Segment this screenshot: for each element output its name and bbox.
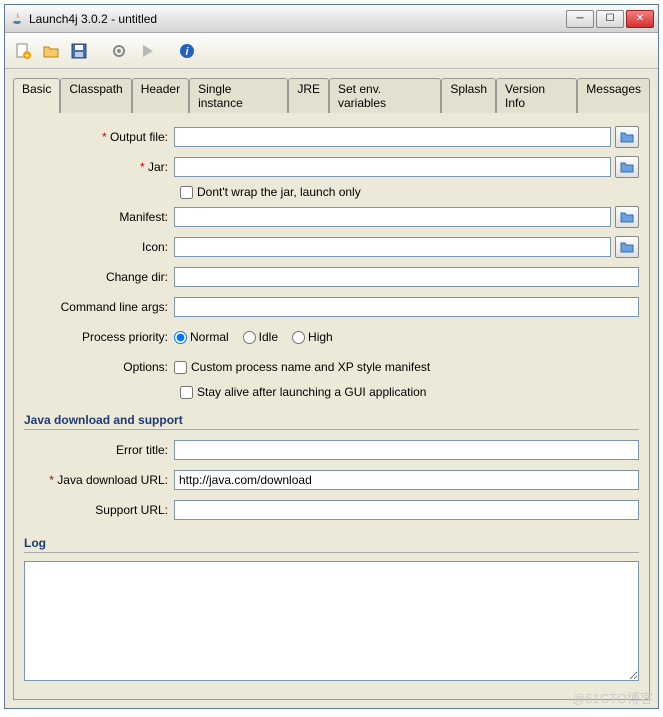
titlebar: Launch4j 3.0.2 - untitled ─ ☐ ✕	[5, 5, 658, 33]
new-button[interactable]: ✦	[11, 39, 35, 63]
folder-icon	[620, 211, 634, 223]
svg-text:✦: ✦	[24, 52, 30, 60]
run-button[interactable]	[135, 39, 159, 63]
output-file-input[interactable]	[174, 127, 611, 147]
support-url-label: Support URL:	[24, 503, 174, 517]
icon-browse[interactable]	[615, 236, 639, 258]
window-controls: ─ ☐ ✕	[566, 10, 654, 28]
jar-label: * Jar:	[24, 160, 174, 174]
priority-high-radio[interactable]	[292, 331, 305, 344]
cmd-args-label: Command line args:	[24, 300, 174, 314]
tab-env-vars[interactable]: Set env. variables	[329, 78, 441, 113]
change-dir-input[interactable]	[174, 267, 639, 287]
folder-icon	[620, 131, 634, 143]
support-url-input[interactable]	[174, 500, 639, 520]
app-window: Launch4j 3.0.2 - untitled ─ ☐ ✕ ✦ i Basi…	[4, 4, 659, 709]
toolbar: ✦ i	[5, 33, 658, 69]
output-file-label: * Output file:	[24, 130, 174, 144]
folder-icon	[620, 161, 634, 173]
output-file-browse[interactable]	[615, 126, 639, 148]
watermark: @51CTO博客	[572, 688, 653, 707]
jar-input[interactable]	[174, 157, 611, 177]
close-button[interactable]: ✕	[626, 10, 654, 28]
download-url-label: * Java download URL:	[24, 473, 174, 487]
dont-wrap-label: Dont't wrap the jar, launch only	[197, 185, 361, 199]
error-title-label: Error title:	[24, 443, 174, 457]
priority-idle-radio[interactable]	[243, 331, 256, 344]
settings-button[interactable]	[107, 39, 131, 63]
custom-process-label: Custom process name and XP style manifes…	[191, 360, 430, 374]
maximize-button[interactable]: ☐	[596, 10, 624, 28]
options-label: Options:	[24, 360, 174, 374]
stay-alive-label: Stay alive after launching a GUI applica…	[197, 385, 426, 399]
folder-icon	[620, 241, 634, 253]
jar-browse[interactable]	[615, 156, 639, 178]
tab-bar: Basic Classpath Header Single instance J…	[5, 69, 658, 112]
info-button[interactable]: i	[175, 39, 199, 63]
manifest-label: Manifest:	[24, 210, 174, 224]
change-dir-label: Change dir:	[24, 270, 174, 284]
open-button[interactable]	[39, 39, 63, 63]
window-title: Launch4j 3.0.2 - untitled	[29, 12, 566, 26]
stay-alive-checkbox[interactable]	[180, 386, 193, 399]
tab-basic[interactable]: Basic	[13, 78, 60, 113]
tab-header[interactable]: Header	[132, 78, 189, 113]
tab-classpath[interactable]: Classpath	[60, 78, 131, 113]
tab-version-info[interactable]: Version Info	[496, 78, 577, 113]
download-url-input[interactable]	[174, 470, 639, 490]
priority-normal-radio[interactable]	[174, 331, 187, 344]
tab-single-instance[interactable]: Single instance	[189, 78, 288, 113]
custom-process-checkbox[interactable]	[174, 361, 187, 374]
java-section-title: Java download and support	[24, 413, 639, 430]
icon-input[interactable]	[174, 237, 611, 257]
dont-wrap-checkbox[interactable]	[180, 186, 193, 199]
minimize-button[interactable]: ─	[566, 10, 594, 28]
priority-label: Process priority:	[24, 330, 174, 344]
icon-label: Icon:	[24, 240, 174, 254]
cmd-args-input[interactable]	[174, 297, 639, 317]
tab-jre[interactable]: JRE	[288, 78, 329, 113]
log-section-title: Log	[24, 536, 639, 553]
java-icon	[9, 11, 25, 27]
error-title-input[interactable]	[174, 440, 639, 460]
log-textarea[interactable]	[24, 561, 639, 681]
save-button[interactable]	[67, 39, 91, 63]
manifest-browse[interactable]	[615, 206, 639, 228]
tab-splash[interactable]: Splash	[441, 78, 496, 113]
tab-messages[interactable]: Messages	[577, 78, 650, 113]
manifest-input[interactable]	[174, 207, 611, 227]
tab-panel-basic: * Output file: * Jar: Dont't wrap the ja…	[13, 112, 650, 700]
